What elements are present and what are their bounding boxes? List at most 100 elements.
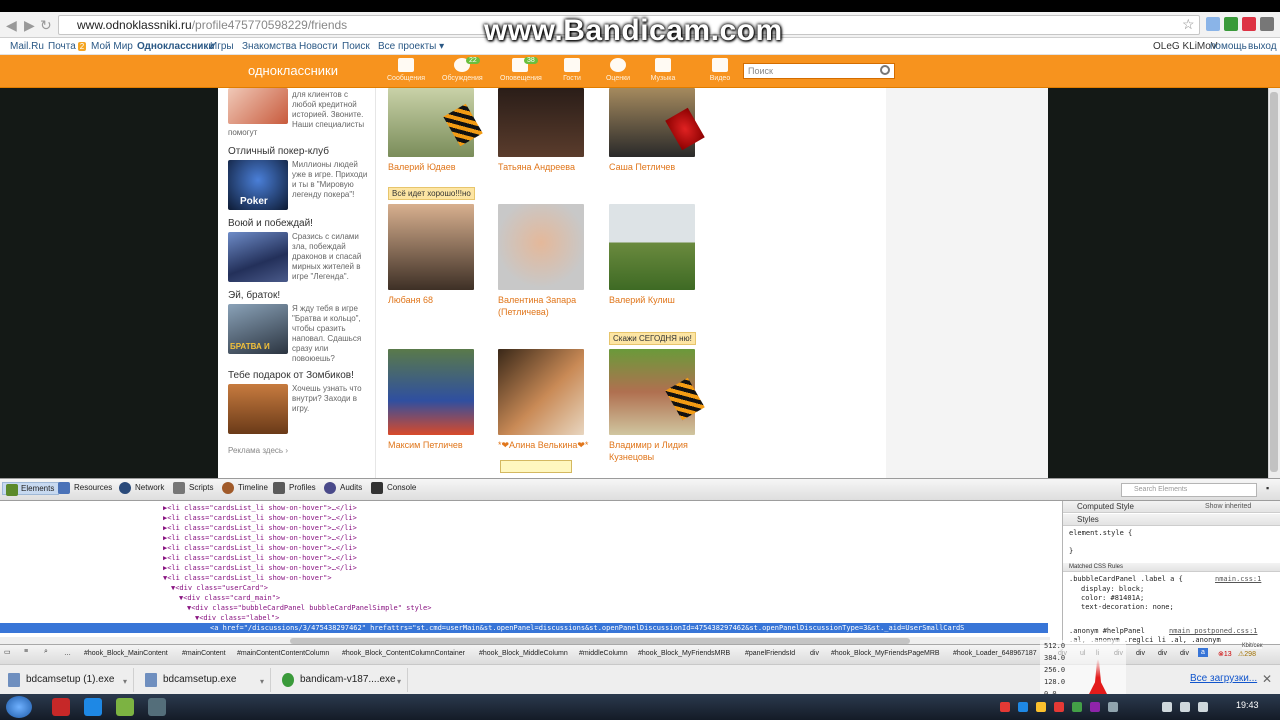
- status-bubble[interactable]: Скажи СЕГОДНЯ ню!: [609, 332, 696, 345]
- ad-text[interactable]: помогут: [228, 128, 257, 137]
- dating-link[interactable]: Знакомства: [242, 41, 296, 52]
- dock-toggle-icon[interactable]: ▭: [4, 648, 18, 660]
- friend-name[interactable]: Валерий Кулиш: [609, 294, 719, 306]
- breadcrumb-item[interactable]: #hook_Block_ContentColumnContainer: [342, 650, 465, 657]
- friend-card[interactable]: Валентина Запара (Петличева): [498, 204, 608, 318]
- warning-count[interactable]: ⚠298: [1238, 650, 1256, 658]
- ad-image-poker[interactable]: Poker: [228, 160, 288, 210]
- friend-name[interactable]: Валентина Запара (Петличева): [498, 294, 608, 318]
- breadcrumb-item[interactable]: #hook_Loader_648967187: [953, 650, 1037, 657]
- breadcrumb-item[interactable]: #hook_Block_MyFriendsMRB: [638, 650, 730, 657]
- dom-node[interactable]: ▶<li class="cardsList_li show-on-hover">…: [163, 513, 357, 523]
- friend-card[interactable]: Валерий Кулиш: [609, 204, 719, 306]
- friend-name[interactable]: Любаня 68: [388, 294, 498, 306]
- dom-node[interactable]: ▶<li class="cardsList_li show-on-hover">…: [163, 523, 357, 533]
- ad-text[interactable]: Сразись с силами зла, побеждай драконов …: [292, 232, 370, 282]
- friend-name[interactable]: Владимир и Лидия Кузнецовы: [609, 439, 719, 463]
- tab-network[interactable]: Network: [119, 482, 164, 494]
- mymir-link[interactable]: Мой Мир: [91, 41, 133, 52]
- ad-title[interactable]: Тебе подарок от Зомбиков!: [228, 370, 354, 381]
- tray-icon[interactable]: [1018, 702, 1028, 712]
- css-property[interactable]: color: #81401A;: [1081, 594, 1144, 603]
- dom-node[interactable]: ▶<li class="cardsList_li show-on-hover">…: [163, 553, 357, 563]
- tab-elements[interactable]: Elements: [2, 482, 60, 496]
- help-link[interactable]: помощь: [1210, 41, 1247, 52]
- video-button[interactable]: Видео: [700, 58, 740, 82]
- tray-icon[interactable]: [1072, 702, 1082, 712]
- breadcrumb-item[interactable]: #middleColumn: [579, 650, 628, 657]
- forward-icon[interactable]: ▶: [24, 17, 35, 34]
- dom-node[interactable]: ▶<li class="cardsList_li show-on-hover">…: [163, 563, 357, 573]
- friend-name[interactable]: Валерий Юдаев: [388, 161, 498, 173]
- extension-icon[interactable]: [1224, 17, 1238, 31]
- taskbar-app-icon[interactable]: [148, 698, 166, 716]
- back-icon[interactable]: ◀: [6, 17, 17, 34]
- notifications-button[interactable]: 38 Оповещения: [500, 57, 542, 82]
- ad-text[interactable]: для клиентов с любой кредитной историей.…: [292, 90, 370, 130]
- skype-icon[interactable]: [84, 698, 102, 716]
- news-link[interactable]: Новости: [299, 41, 338, 52]
- tab-profiles[interactable]: Profiles: [273, 482, 316, 494]
- friend-name[interactable]: Максим Петличев: [388, 439, 498, 451]
- dom-node-selected[interactable]: <a href="/discussions/3/475438297462" hr…: [0, 623, 1048, 633]
- ads-footer-link[interactable]: Реклама здесь ›: [228, 446, 288, 455]
- css-rule-selector[interactable]: .anonym #helpPanel: [1069, 627, 1145, 636]
- mail-link[interactable]: Почта 2: [48, 41, 87, 52]
- devtools-search-input[interactable]: Search Elements: [1121, 483, 1257, 497]
- ad-image-bratva[interactable]: БРАТВА И: [228, 304, 288, 354]
- extension-icon[interactable]: [1242, 17, 1256, 31]
- reload-icon[interactable]: ↻: [40, 17, 52, 34]
- volume-icon[interactable]: [1180, 702, 1190, 712]
- tab-audits[interactable]: Audits: [324, 482, 362, 494]
- css-source-link[interactable]: nmain_postponed.css:1: [1169, 627, 1258, 635]
- breadcrumb-item[interactable]: div: [1158, 650, 1167, 657]
- friend-photo[interactable]: [498, 88, 584, 157]
- dom-node[interactable]: ▼<div class="bubbleCardPanel bubbleCardP…: [187, 603, 431, 613]
- css-rule-selector[interactable]: .bubbleCardPanel .label a {: [1069, 575, 1183, 584]
- ad-image-legend[interactable]: [228, 232, 288, 282]
- dock-icon[interactable]: ▪: [1266, 483, 1269, 493]
- all-downloads-link[interactable]: Все загрузки...: [1190, 673, 1257, 684]
- ad-title[interactable]: Эй, браток!: [228, 290, 280, 301]
- friend-photo[interactable]: [498, 349, 584, 435]
- show-inherited-checkbox[interactable]: Show inherited: [1205, 503, 1251, 510]
- tab-resources[interactable]: Resources: [58, 482, 112, 494]
- friend-card[interactable]: Татьяна Андреева: [498, 88, 608, 173]
- clock[interactable]: 19:43: [1236, 700, 1259, 710]
- tray-icon[interactable]: [1036, 702, 1046, 712]
- download-item[interactable]: bdcamsetup.exe ▾: [139, 668, 271, 692]
- breadcrumb-item[interactable]: #hook_Block_MainContent: [84, 650, 168, 657]
- friend-card[interactable]: Саша Петличев: [609, 88, 719, 173]
- breadcrumb-item-selected[interactable]: a: [1198, 648, 1208, 657]
- ad-text[interactable]: Я жду тебя в игре "Братва и кольцо", что…: [292, 304, 370, 364]
- css-property[interactable]: text-decoration: none;: [1081, 603, 1174, 612]
- breadcrumb-item[interactable]: div: [1136, 650, 1145, 657]
- dom-node[interactable]: ▼<div class="card_main">: [179, 593, 280, 603]
- breadcrumb-item[interactable]: #hook_Block_MiddleColumn: [479, 650, 568, 657]
- friend-photo[interactable]: [609, 204, 695, 290]
- ratings-button[interactable]: Оценки: [598, 58, 638, 82]
- tray-icon[interactable]: [1000, 702, 1010, 712]
- breadcrumb-item[interactable]: div: [810, 650, 819, 657]
- mailru-link[interactable]: Mail.Ru: [10, 41, 44, 52]
- status-bubble-empty[interactable]: [500, 460, 572, 473]
- element-style-rule[interactable]: element.style { }: [1069, 529, 1132, 556]
- search-link[interactable]: Поиск: [342, 41, 370, 52]
- wrench-icon[interactable]: [1260, 17, 1274, 31]
- css-source-link[interactable]: nmain.css:1: [1215, 575, 1261, 583]
- breadcrumb-item[interactable]: div: [1180, 650, 1189, 657]
- dom-node[interactable]: ▼<li class="cardsList_li show-on-hover">: [163, 573, 332, 583]
- flag-icon[interactable]: [1198, 702, 1208, 712]
- friend-card[interactable]: Любаня 68: [388, 204, 498, 306]
- header-search-input[interactable]: Поиск: [743, 63, 895, 79]
- all-projects-link[interactable]: Все проекты ▾: [378, 41, 444, 52]
- tray-icon[interactable]: [1054, 702, 1064, 712]
- user-name[interactable]: OLeG KLiMoV: [1153, 41, 1217, 52]
- tab-timeline[interactable]: Timeline: [222, 482, 268, 494]
- discussions-button[interactable]: 22 Обсуждения: [442, 57, 483, 82]
- tab-console[interactable]: Console: [371, 482, 416, 494]
- friend-photo[interactable]: [498, 204, 584, 290]
- ad-image-chest[interactable]: [228, 384, 288, 434]
- tab-scripts[interactable]: Scripts: [173, 482, 213, 494]
- music-button[interactable]: Музыка: [643, 58, 683, 82]
